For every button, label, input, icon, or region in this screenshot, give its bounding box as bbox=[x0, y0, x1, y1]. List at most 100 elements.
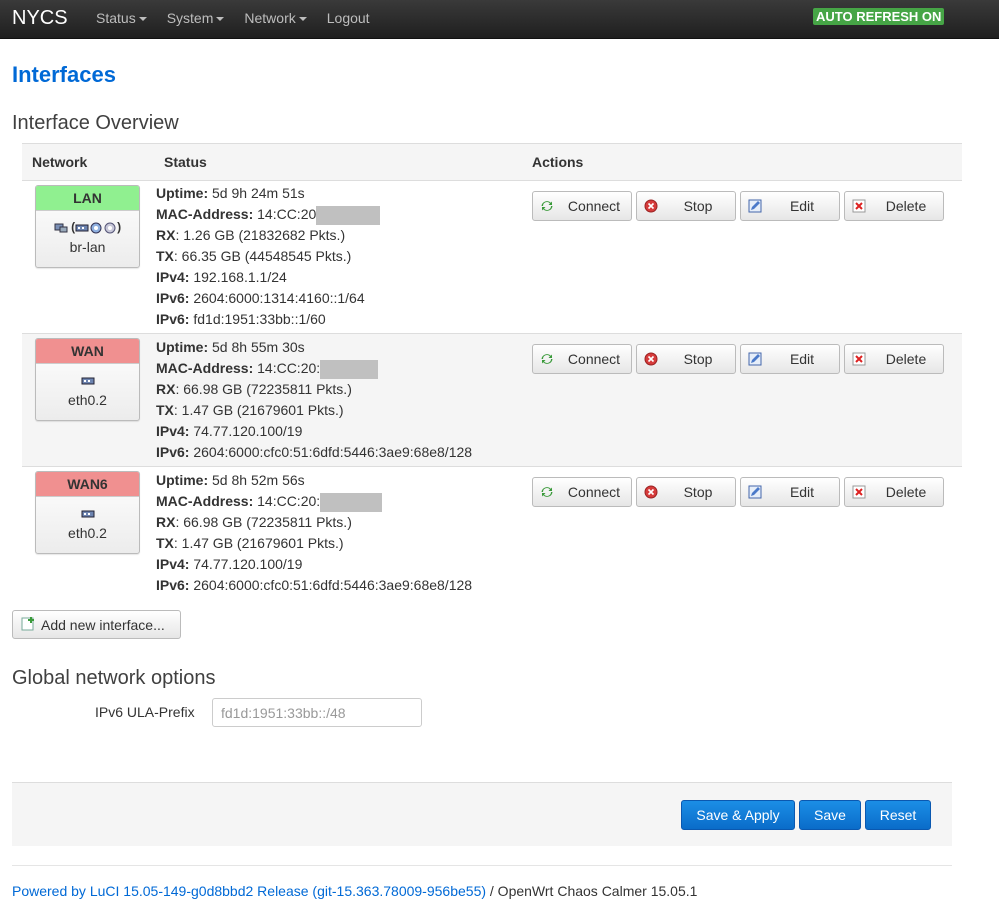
brand-title[interactable]: NYCS bbox=[12, 7, 68, 30]
delete-button[interactable]: Delete bbox=[844, 344, 944, 374]
wifi-icon bbox=[90, 222, 102, 234]
delete-button[interactable]: Delete bbox=[844, 477, 944, 507]
interface-row-lan: LAN () br-lan Uptime: 5d 9h 24m 51s MAC-… bbox=[22, 181, 962, 334]
ipv4-value: 74.77.120.100/19 bbox=[189, 556, 303, 572]
button-label: Edit bbox=[789, 351, 815, 367]
tx-value: : 1.47 GB (21679601 Pkts.) bbox=[173, 402, 344, 418]
redacted-block bbox=[320, 492, 383, 512]
row-actions: Connect Stop Edit Delete bbox=[532, 477, 948, 507]
auto-refresh-toggle[interactable]: AUTO REFRESH ON bbox=[813, 8, 945, 25]
column-header-actions: Actions bbox=[532, 154, 584, 170]
button-label: Stop bbox=[683, 351, 713, 367]
uptime-label: Uptime: bbox=[156, 472, 209, 488]
interface-name: WAN bbox=[36, 339, 139, 364]
connect-button[interactable]: Connect bbox=[532, 477, 632, 507]
edit-button[interactable]: Edit bbox=[740, 344, 840, 374]
button-label: Connect bbox=[567, 198, 621, 214]
ipv4-label: IPv4: bbox=[156, 269, 190, 285]
ipv6-label: IPv6: bbox=[156, 290, 190, 306]
stop-button[interactable]: Stop bbox=[636, 477, 736, 507]
menu-system[interactable]: System bbox=[167, 10, 225, 26]
main-menu: Status System Network Logout bbox=[96, 10, 390, 26]
ipv6-value: fd1d:1951:33bb::1/60 bbox=[189, 311, 326, 327]
menu-status[interactable]: Status bbox=[96, 10, 147, 26]
ipv6-value: 2604:6000:cfc0:51:6dfd:5446:3ae9:68e8/12… bbox=[189, 444, 473, 460]
connect-button[interactable]: Connect bbox=[532, 191, 632, 221]
bridge-icons: () bbox=[36, 219, 139, 235]
interface-name: LAN bbox=[36, 186, 139, 211]
stop-button[interactable]: Stop bbox=[636, 344, 736, 374]
form-action-bar: Save & Apply Save Reset bbox=[12, 782, 952, 846]
add-interface-button[interactable]: Add new interface... bbox=[12, 610, 181, 639]
luci-version-link[interactable]: Powered by LuCI 15.05-149-g0d8bbd2 Relea… bbox=[12, 883, 486, 899]
ipv6-label: IPv6: bbox=[156, 577, 190, 593]
save-apply-button[interactable]: Save & Apply bbox=[681, 800, 795, 830]
rx-label: RX bbox=[156, 381, 176, 397]
button-label: Delete bbox=[885, 198, 927, 214]
interface-status: Uptime: 5d 9h 24m 51s MAC-Address: 14:CC… bbox=[156, 183, 381, 330]
button-label: Stop bbox=[683, 198, 713, 214]
ipv6-value: 2604:6000:cfc0:51:6dfd:5446:3ae9:68e8/12… bbox=[189, 577, 473, 593]
uptime-label: Uptime: bbox=[156, 339, 209, 355]
ula-prefix-input[interactable] bbox=[212, 698, 422, 727]
edit-button[interactable]: Edit bbox=[740, 191, 840, 221]
interface-badge-wan6[interactable]: WAN6 eth0.2 bbox=[35, 471, 140, 554]
edit-icon bbox=[748, 352, 762, 366]
interface-device: eth0.2 bbox=[68, 525, 107, 541]
delete-button[interactable]: Delete bbox=[844, 191, 944, 221]
rx-label: RX bbox=[156, 514, 176, 530]
button-label: Add new interface... bbox=[41, 617, 165, 633]
button-label: Connect bbox=[567, 351, 621, 367]
tx-value: : 1.47 GB (21679601 Pkts.) bbox=[173, 535, 344, 551]
firmware-version: / OpenWrt Chaos Calmer 15.05.1 bbox=[486, 883, 698, 899]
interface-badge-wan[interactable]: WAN eth0.2 bbox=[35, 338, 140, 421]
delete-icon bbox=[852, 352, 866, 366]
button-label: Edit bbox=[789, 484, 815, 500]
column-header-network: Network bbox=[32, 154, 88, 170]
menu-network[interactable]: Network bbox=[244, 10, 307, 26]
column-header-status: Status bbox=[164, 154, 207, 170]
reload-icon bbox=[541, 487, 553, 497]
chevron-down-icon bbox=[216, 17, 225, 22]
footer: Powered by LuCI 15.05-149-g0d8bbd2 Relea… bbox=[12, 883, 697, 899]
menu-logout[interactable]: Logout bbox=[327, 10, 370, 26]
interface-icons bbox=[36, 505, 139, 521]
table-header: Network Status Actions bbox=[22, 143, 962, 181]
mac-label: MAC-Address: bbox=[156, 360, 254, 376]
stop-icon bbox=[644, 199, 658, 213]
reload-icon bbox=[541, 354, 553, 364]
save-button[interactable]: Save bbox=[799, 800, 861, 830]
interface-status: Uptime: 5d 8h 52m 56s MAC-Address: 14:CC… bbox=[156, 470, 472, 596]
edit-icon bbox=[748, 485, 762, 499]
connect-button[interactable]: Connect bbox=[532, 344, 632, 374]
ipv4-value: 74.77.120.100/19 bbox=[189, 423, 303, 439]
global-options-heading: Global network options bbox=[12, 667, 216, 689]
button-label: Delete bbox=[885, 351, 927, 367]
mac-value: 14:CC:20 bbox=[253, 206, 317, 222]
reset-button[interactable]: Reset bbox=[865, 800, 931, 830]
stop-button[interactable]: Stop bbox=[636, 191, 736, 221]
stop-icon bbox=[644, 485, 658, 499]
page-title: Interfaces bbox=[12, 62, 116, 87]
ipv4-label: IPv4: bbox=[156, 556, 190, 572]
add-icon bbox=[21, 617, 34, 631]
ipv4-value: 192.168.1.1/24 bbox=[189, 269, 287, 285]
network-port-icon bbox=[54, 223, 68, 233]
interface-row-wan: WAN eth0.2 Uptime: 5d 8h 55m 30s MAC-Add… bbox=[22, 334, 962, 467]
interface-name: WAN6 bbox=[36, 472, 139, 497]
edit-button[interactable]: Edit bbox=[740, 477, 840, 507]
chevron-down-icon bbox=[138, 17, 147, 22]
interface-badge-lan[interactable]: LAN () br-lan bbox=[35, 185, 140, 268]
button-label: Connect bbox=[567, 484, 621, 500]
tx-label: TX bbox=[156, 402, 174, 418]
button-label: Stop bbox=[683, 484, 713, 500]
interface-device: br-lan bbox=[69, 239, 106, 255]
ipv6-label: IPv6: bbox=[156, 311, 190, 327]
redacted-block bbox=[316, 205, 381, 225]
rx-value: : 66.98 GB (72235811 Pkts.) bbox=[175, 381, 352, 397]
mac-label: MAC-Address: bbox=[156, 493, 254, 509]
interface-status: Uptime: 5d 8h 55m 30s MAC-Address: 14:CC… bbox=[156, 337, 472, 463]
uptime-value: 5d 8h 52m 56s bbox=[208, 472, 305, 488]
chevron-down-icon bbox=[298, 17, 307, 22]
stop-icon bbox=[644, 352, 658, 366]
